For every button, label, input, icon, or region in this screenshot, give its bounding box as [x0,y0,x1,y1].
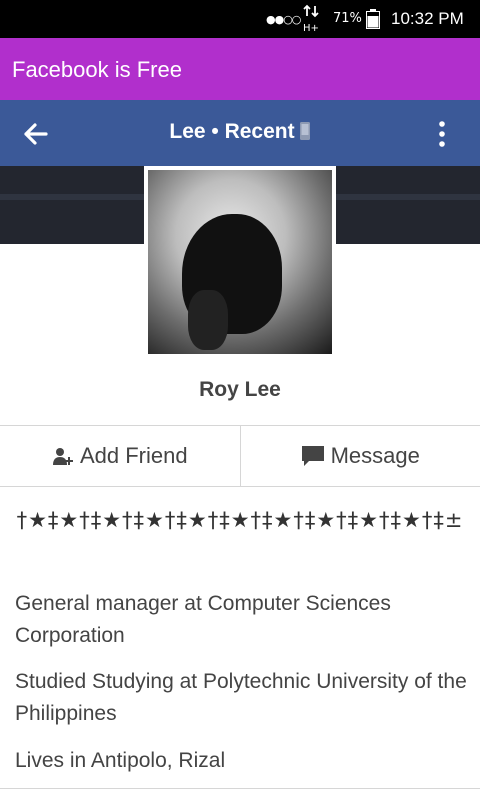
network-label: H+ [303,23,319,34]
location-info: Lives in Antipolo, Rizal [15,749,226,772]
battery-percent: 71% [333,11,362,26]
add-friend-button[interactable]: Add Friend [0,426,240,486]
app-title: Facebook is Free [12,57,182,82]
message-button[interactable]: Message [239,426,480,486]
message-label: Message [330,443,420,468]
toolbar: Lee • Recent [0,100,480,166]
divider [0,788,480,789]
app-header: Facebook is Free [0,38,480,100]
profile-name: Roy Lee [199,378,281,401]
toolbar-title-text: Lee • Recent [169,120,295,143]
profile-photo-image [148,170,332,354]
photo-hair-shape-2 [188,290,228,350]
work-info: General manager at Computer Sciences Cor… [15,592,391,647]
status-time: 10:32 PM [391,9,464,28]
add-friend-label: Add Friend [79,443,188,468]
network-icon: H+ [303,4,319,34]
mobile-phone-icon [299,122,310,140]
profile-bio: †★‡★†‡★†‡★†‡★†‡★†‡★†‡★†‡★†‡★†‡± [16,508,464,532]
status-bar: ●●○○ H+ 71% 10:32 PM [0,0,480,38]
education-info: Studied Studying at Polytechnic Universi… [15,670,467,725]
more-vertical-icon[interactable] [430,118,454,150]
add-person-icon [52,448,73,465]
battery-icon [366,9,380,29]
chat-bubble-icon [301,446,324,466]
conversation-title: Lee • Recent [0,120,480,144]
signal-dots-icon: ●●○○ [266,13,301,26]
profile-actions: Add Friend Message [0,425,480,487]
profile-photo[interactable] [144,166,336,358]
